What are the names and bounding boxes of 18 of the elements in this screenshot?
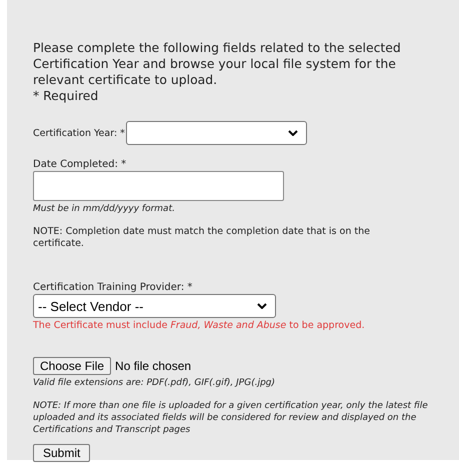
choose-file-button[interactable]: Choose File (33, 357, 112, 375)
field-label: Date Completed: * (33, 158, 128, 171)
file-status: No file chosen (115, 359, 192, 373)
field-label: Certification Year: * (33, 128, 125, 138)
instructions-text: Please complete the following fields related to the selected Certification Year and browse your local file system for the relevant certificate to upload. (33, 40, 402, 88)
date-input-field[interactable] (33, 171, 284, 201)
required-note: * Required (33, 88, 100, 104)
extensions-hint: Valid file extensions are: PDF(.pdf), GIF(.gif), JPG(.jpg) (33, 377, 276, 389)
upload-note: NOTE: If more than one file is uploaded for a given certification year, only the latest file uploaded and its associated fields will be considered for review and displayed on the Certifications and Transcript pages (33, 400, 429, 436)
field-label: Certification Training Provider: * (33, 281, 194, 294)
submit-button[interactable]: Submit (33, 444, 90, 462)
format-hint: Must be in mm/dd/yyyy format. (33, 203, 176, 215)
warning-text: The Certificate must include Fraud, Waste and Abuse to be approved. (33, 320, 366, 331)
chevron-icon (288, 130, 298, 136)
note-text: NOTE: Completion date must match the completion date that is on the certificate. (33, 226, 371, 250)
year-dropdown[interactable] (126, 121, 307, 145)
chevron-icon (257, 303, 267, 309)
vendor-dropdown[interactable]: -- Select Vendor -- (33, 294, 276, 318)
